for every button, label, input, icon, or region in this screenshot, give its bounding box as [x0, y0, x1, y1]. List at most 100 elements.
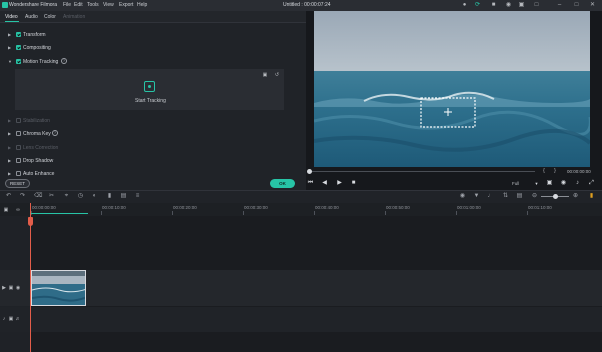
user-icon[interactable]: ◉ — [505, 2, 512, 9]
gift-icon[interactable]: ■ — [490, 2, 497, 9]
audio-adjust-icon[interactable]: ≡ — [134, 193, 141, 200]
zoom-in-icon[interactable]: ⊕ — [572, 193, 579, 200]
menu-export[interactable]: Export — [119, 2, 133, 8]
voiceover-icon[interactable]: ♩ — [487, 193, 494, 200]
minimize-icon[interactable]: – — [556, 2, 563, 9]
expand-arrow-icon[interactable]: ▶ — [8, 45, 11, 50]
speed-icon[interactable]: ◷ — [77, 193, 84, 200]
stop-icon[interactable]: ■ — [350, 180, 357, 187]
audio-track-1[interactable] — [0, 307, 602, 332]
green-screen-icon[interactable]: ▮ — [106, 193, 113, 200]
section-chroma-key[interactable]: ▶ Chroma Key ? — [0, 129, 306, 139]
menu-view[interactable]: View — [103, 2, 114, 8]
quality-dropdown-icon[interactable]: ▼ — [533, 180, 540, 187]
render-icon[interactable]: ◉ — [459, 193, 466, 200]
ruler-tick — [314, 211, 315, 215]
help-icon[interactable]: ? — [52, 130, 58, 136]
menu-help[interactable]: Help — [137, 2, 147, 8]
mixer-icon[interactable]: ⇅ — [502, 193, 509, 200]
transform-checkbox[interactable] — [16, 32, 21, 37]
fullscreen-icon[interactable]: ⤢ — [588, 180, 595, 187]
color-icon[interactable]: ◐ — [91, 193, 98, 200]
menu-edit[interactable]: Edit — [74, 2, 83, 8]
motion-tracking-checkbox[interactable] — [16, 59, 21, 64]
rewind-icon[interactable]: ⏮ — [307, 180, 314, 187]
playback-progress-handle[interactable] — [307, 169, 312, 174]
menu-file[interactable]: File — [63, 2, 71, 8]
tab-audio[interactable]: Audio — [25, 14, 38, 20]
fit-frame-icon[interactable]: ▣ — [262, 72, 268, 78]
expand-arrow-icon[interactable]: ▶ — [8, 171, 11, 176]
mark-out-icon[interactable]: } — [552, 168, 558, 174]
reset-tracking-icon[interactable]: ↺ — [274, 72, 280, 78]
crop-icon[interactable]: ⌖ — [63, 193, 70, 200]
lightbulb-icon[interactable]: ● — [461, 2, 468, 9]
section-compositing[interactable]: ▶ Compositing — [0, 43, 306, 53]
compositing-checkbox[interactable] — [16, 45, 21, 50]
timeline-ruler[interactable] — [0, 203, 602, 216]
reset-button[interactable]: RESET — [5, 179, 30, 188]
expand-arrow-icon[interactable]: ▶ — [8, 131, 11, 136]
section-stabilization: ▶ Stabilization — [0, 116, 306, 126]
delete-icon[interactable]: ⌫ — [34, 193, 42, 200]
ruler-label: 00:01:00:00 — [457, 205, 481, 210]
marker-icon[interactable]: ▼ — [473, 193, 480, 200]
cut-icon[interactable]: ✂ — [48, 193, 55, 200]
clip-thumbnail — [32, 276, 85, 305]
playhead-handle[interactable] — [28, 217, 33, 226]
tab-color[interactable]: Color — [44, 14, 56, 20]
sync-icon[interactable]: ⟳ — [474, 2, 481, 9]
close-icon[interactable]: ✕ — [589, 2, 596, 9]
playback-progress-track[interactable] — [309, 171, 535, 172]
volume-icon[interactable]: ♪ — [574, 180, 581, 187]
zoom-out-icon[interactable]: ⊖ — [531, 193, 538, 200]
display-icon[interactable]: ▣ — [546, 180, 553, 187]
visibility-icon[interactable]: ◉ — [15, 285, 21, 291]
mark-in-icon[interactable]: { — [541, 168, 547, 174]
lock-icon[interactable]: ▣ — [8, 316, 14, 322]
expand-arrow-icon[interactable]: ▶ — [8, 32, 11, 37]
maximize-icon[interactable]: □ — [573, 2, 580, 9]
section-transform[interactable]: ▶ Transform — [0, 30, 306, 40]
freeze-icon[interactable]: ▤ — [120, 193, 127, 200]
stabilization-checkbox — [16, 118, 21, 123]
chroma-key-checkbox[interactable] — [16, 131, 21, 136]
save-icon[interactable]: ▣ — [518, 2, 525, 9]
lock-icon[interactable]: ▣ — [8, 285, 14, 291]
auto-enhance-checkbox[interactable] — [16, 171, 21, 176]
section-auto-enhance[interactable]: ▶ Auto Enhance — [0, 169, 306, 179]
expand-arrow-icon[interactable]: ▶ — [8, 158, 11, 163]
section-label: Motion Tracking — [23, 59, 59, 65]
playback-quality-select[interactable]: Full — [512, 181, 519, 186]
tab-video[interactable]: Video — [5, 14, 18, 20]
tracks-icon[interactable]: ▤ — [516, 193, 523, 200]
start-tracking-icon[interactable] — [144, 81, 155, 92]
undo-icon[interactable]: ↶ — [5, 193, 12, 200]
redo-icon[interactable]: ↷ — [19, 193, 26, 200]
filmora-logo-icon — [2, 2, 8, 8]
snapshot-icon[interactable]: ◉ — [560, 180, 567, 187]
zoom-slider-handle[interactable] — [553, 194, 558, 199]
video-clip[interactable] — [31, 270, 86, 306]
timeline-settings-icon[interactable]: ▮ — [588, 193, 595, 200]
ruler-tick — [101, 211, 102, 215]
menu-tools[interactable]: Tools — [87, 2, 99, 8]
drop-shadow-checkbox[interactable] — [16, 158, 21, 163]
help-icon[interactable]: ? — [61, 58, 67, 64]
section-drop-shadow[interactable]: ▶ Drop Shadow — [0, 156, 306, 166]
mute-icon[interactable]: ♬ — [15, 316, 21, 322]
video-preview[interactable] — [314, 11, 590, 167]
section-motion-tracking[interactable]: ▼ Motion Tracking ? — [0, 57, 306, 67]
add-track-icon[interactable]: ▣ — [3, 207, 9, 213]
collapse-arrow-icon[interactable]: ▼ — [8, 59, 12, 64]
video-track-icon: ▶ — [2, 285, 6, 291]
play-icon[interactable]: ▶ — [336, 180, 343, 187]
ok-button[interactable]: OK — [270, 179, 295, 188]
ruler-label: 00:00:50:00 — [386, 205, 410, 210]
notification-icon[interactable]: □ — [533, 2, 540, 9]
video-track-1[interactable] — [0, 270, 602, 306]
section-label: Stabilization — [23, 118, 50, 124]
previous-frame-icon[interactable]: ◀ — [321, 180, 328, 187]
start-tracking-label[interactable]: Start Tracking — [135, 98, 166, 104]
link-icon[interactable]: ∞ — [15, 207, 21, 213]
